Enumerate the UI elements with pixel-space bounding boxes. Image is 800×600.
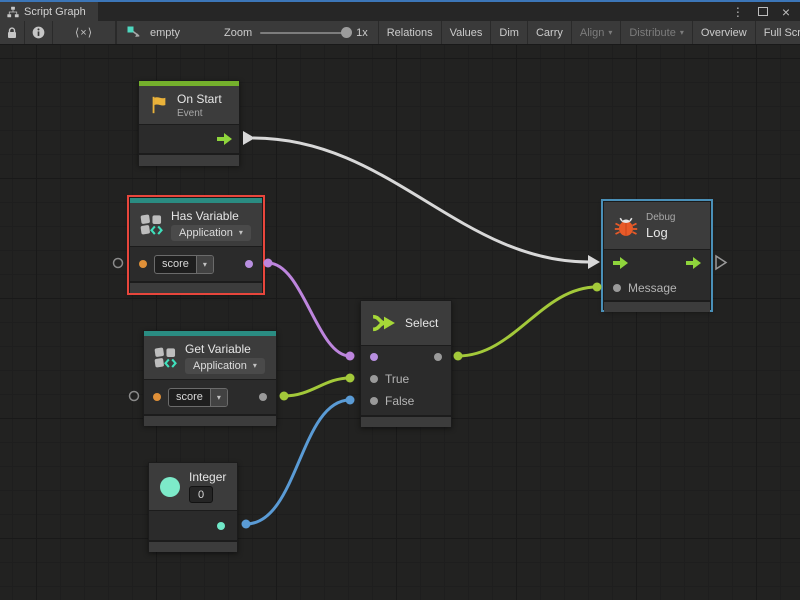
message-port-label: Message (628, 281, 677, 295)
window-controls: ⋮ × (732, 2, 800, 21)
chevron-down-icon: ▾ (608, 28, 612, 37)
node-select[interactable]: Select True False (360, 300, 452, 427)
graph-toolbar: ⟨×⟩ empty Zoom 1x Relations Values Dim C… (0, 21, 800, 45)
node-footer (139, 155, 239, 166)
true-input-port[interactable] (370, 375, 378, 383)
integer-value-field[interactable]: 0 (189, 486, 213, 503)
flow-output-port[interactable] (686, 257, 701, 269)
carry-button[interactable]: Carry (528, 21, 572, 44)
variables-icon (154, 347, 177, 368)
flow-arrowhead-end (588, 255, 600, 269)
message-input-port[interactable] (613, 284, 621, 292)
int-output-port[interactable] (217, 522, 225, 530)
script-graph-window: Script Graph ⋮ × ⟨×⟩ (0, 0, 800, 600)
node-integer[interactable]: Integer 0 (148, 462, 238, 552)
tab-script-graph[interactable]: Script Graph (0, 2, 98, 21)
breadcrumb-label[interactable]: empty (150, 27, 180, 39)
tab-bar: Script Graph ⋮ × (0, 2, 800, 21)
code-view-toggle[interactable]: ⟨×⟩ (53, 21, 116, 44)
node-kicker: Debug (646, 212, 675, 223)
fullscreen-button[interactable]: Full Screen (756, 21, 800, 44)
lock-icon (7, 27, 17, 39)
relations-button[interactable]: Relations (379, 21, 442, 44)
zoom-label: Zoom (224, 27, 252, 39)
menu-kebab-icon[interactable]: ⋮ (732, 6, 744, 18)
overview-button[interactable]: Overview (693, 21, 756, 44)
bug-icon (614, 214, 638, 238)
chevron-down-icon: ▾ (253, 361, 257, 370)
tabbar-spacer (98, 2, 732, 21)
node-title: Select (405, 316, 438, 330)
name-input-port[interactable] (139, 260, 147, 268)
node-debug-log[interactable]: Debug Log Message (603, 201, 711, 310)
chevron-down-icon: ▾ (196, 256, 213, 273)
node-title: Integer (189, 470, 226, 484)
false-input-port[interactable] (370, 397, 378, 405)
graph-canvas[interactable]: On Start Event (0, 45, 800, 600)
node-footer (604, 302, 710, 312)
zoom-level: 1x (356, 27, 368, 39)
node-title: Log (646, 225, 675, 240)
wire-getvariable-to-select[interactable] (284, 378, 350, 396)
value-output-port[interactable] (259, 393, 267, 401)
node-subtitle: Event (177, 108, 222, 119)
graph-hierarchy-icon (7, 6, 19, 18)
flow-input-port[interactable] (613, 257, 628, 269)
maximize-icon[interactable] (758, 7, 768, 16)
unconnected-port-ring[interactable] (130, 392, 139, 401)
tab-title: Script Graph (24, 6, 86, 18)
info-icon (32, 26, 45, 39)
lock-button[interactable] (0, 21, 25, 44)
values-button[interactable]: Values (442, 21, 492, 44)
false-port-label: False (385, 394, 414, 408)
name-input-port[interactable] (153, 393, 161, 401)
variable-name-select[interactable]: score ▾ (168, 388, 228, 407)
code-toggle-icon: ⟨×⟩ (61, 26, 107, 39)
integer-icon (159, 476, 181, 498)
graph-pointer-icon (127, 26, 142, 39)
chevron-down-icon: ▾ (680, 28, 684, 37)
select-merge-icon (371, 313, 397, 333)
variables-icon (140, 214, 163, 235)
wire-onstart-to-log[interactable] (253, 138, 589, 262)
close-icon[interactable]: × (782, 5, 790, 19)
breadcrumb-zoom-segment: empty Zoom 1x (117, 21, 379, 44)
node-footer (149, 542, 237, 552)
chevron-down-icon: ▾ (210, 389, 227, 406)
node-on-start[interactable]: On Start Event (138, 80, 240, 165)
bool-output-port[interactable] (245, 260, 253, 268)
unconnected-port-ring[interactable] (114, 259, 123, 268)
node-footer (361, 417, 451, 427)
zoom-slider-handle[interactable] (341, 27, 352, 38)
wire-hasvariable-to-select[interactable] (268, 263, 350, 356)
node-has-variable[interactable]: Has Variable Application ▾ score ▾ (129, 197, 263, 293)
selection-output-port[interactable] (434, 353, 442, 361)
node-title: Has Variable (171, 209, 251, 223)
flow-output-port[interactable] (217, 133, 232, 145)
wire-select-to-log[interactable] (458, 287, 597, 356)
flag-icon (149, 95, 169, 115)
node-title: On Start (177, 92, 222, 106)
flow-arrowhead-start (243, 131, 255, 145)
variable-name-select[interactable]: score ▾ (154, 255, 214, 274)
align-dropdown[interactable]: Align▾ (572, 21, 621, 44)
unconnected-flow-triangle[interactable] (716, 256, 726, 269)
dim-button[interactable]: Dim (491, 21, 528, 44)
node-footer (144, 416, 276, 426)
distribute-dropdown[interactable]: Distribute▾ (621, 21, 692, 44)
condition-input-port[interactable] (370, 353, 378, 361)
chevron-down-icon: ▾ (239, 228, 243, 237)
variable-scope-dropdown[interactable]: Application ▾ (185, 358, 265, 374)
node-title: Get Variable (185, 342, 265, 356)
node-get-variable[interactable]: Get Variable Application ▾ score ▾ (143, 330, 277, 425)
variable-scope-dropdown[interactable]: Application ▾ (171, 225, 251, 241)
inspect-button[interactable] (25, 21, 53, 44)
true-port-label: True (385, 372, 409, 386)
zoom-slider[interactable] (260, 32, 348, 34)
node-footer (130, 283, 262, 293)
